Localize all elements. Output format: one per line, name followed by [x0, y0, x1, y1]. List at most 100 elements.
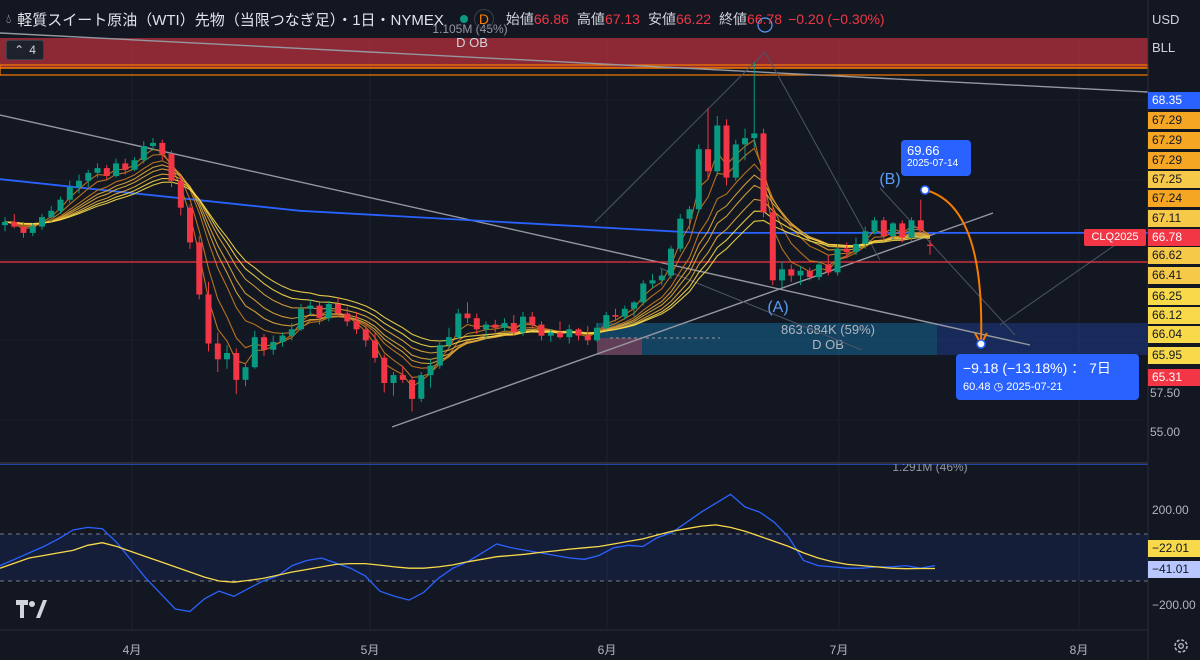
- candle: [464, 302, 471, 323]
- candle: [409, 376, 415, 412]
- time-tick-july: 7月: [829, 643, 849, 657]
- wave-line: [999, 244, 1116, 326]
- symbol-title[interactable]: 軽質スイート原油（WTI）先物（当限つなぎ足）・1日・NYMEX: [17, 9, 444, 30]
- candle: [233, 348, 240, 395]
- open-label: 始値: [505, 11, 534, 27]
- candle-body: [177, 180, 184, 208]
- time-tick-may: 5月: [360, 643, 380, 657]
- candle-body: [288, 329, 295, 336]
- candle-body: [686, 209, 693, 219]
- candle: [732, 139, 739, 181]
- candle-body: [270, 341, 277, 350]
- candle-body: [168, 153, 175, 181]
- candle: [908, 217, 915, 241]
- symbol-tag: CLQ2025: [1084, 229, 1146, 246]
- candle: [187, 204, 193, 249]
- oscillator-band: [0, 534, 1148, 581]
- candle: [584, 326, 591, 346]
- price-label: 66.25: [1148, 288, 1200, 305]
- candle: [695, 144, 702, 213]
- candle: [2, 217, 8, 232]
- sma-200-line: [0, 178, 1148, 234]
- candle: [103, 165, 110, 180]
- candle-body: [760, 133, 767, 213]
- tradingview-logo[interactable]: [14, 598, 48, 620]
- price-label: 67.24: [1148, 190, 1200, 207]
- price-tick: 57.50: [1150, 386, 1181, 400]
- candle: [372, 332, 378, 363]
- candle: [575, 327, 582, 341]
- candle-body: [557, 332, 563, 338]
- unit-label[interactable]: BLL: [1152, 40, 1196, 55]
- candle: [927, 240, 933, 255]
- settings-icon[interactable]: [1172, 637, 1190, 655]
- candle-body: [927, 244, 933, 246]
- indicator-count: 4: [29, 43, 36, 57]
- chart-header: 💧︎ 軽質スイート原油（WTI）先物（当限つなぎ足）・1日・NYMEX D 始値…: [0, 0, 1148, 38]
- candle: [723, 119, 730, 186]
- candle-body: [566, 329, 573, 338]
- time-tick-june: 6月: [597, 643, 617, 657]
- candle-body: [436, 345, 443, 366]
- currency-label[interactable]: USD: [1152, 12, 1196, 27]
- candle: [668, 245, 674, 279]
- candle: [473, 313, 480, 334]
- candle-body: [307, 305, 314, 309]
- oil-drop-icon: 💧︎: [6, 11, 12, 26]
- price-label: 67.29: [1148, 132, 1200, 149]
- bottom-order-block-inner: [597, 323, 937, 355]
- candle-body: [547, 332, 554, 336]
- candle-body: [399, 375, 406, 380]
- candle: [85, 169, 92, 188]
- oscillator-label: −41.01: [1148, 561, 1200, 578]
- candle-body: [113, 163, 119, 176]
- candle-body: [501, 323, 508, 328]
- candle: [251, 330, 258, 369]
- candle: [353, 311, 360, 334]
- candle: [917, 199, 924, 233]
- candle-body: [464, 313, 471, 319]
- candle: [455, 308, 462, 339]
- candle-body: [353, 321, 360, 330]
- candle-body: [140, 146, 147, 161]
- measure-price: 60.48: [963, 381, 991, 393]
- chart-area[interactable]: D OB 1.105M (45%) 863.684K (59%) D OB 1.291M…: [0, 0, 1200, 660]
- candle-body: [723, 125, 730, 178]
- candle-body: [862, 231, 869, 244]
- candle: [11, 214, 18, 229]
- order-block-zones: D OB1.105M (45%)863.684K (59%)D OB1.291M…: [0, 22, 1149, 474]
- candle: [140, 141, 147, 164]
- candle: [816, 261, 822, 281]
- candle-body: [806, 270, 813, 278]
- indicator-toggle[interactable]: ⌃ 4: [6, 40, 44, 60]
- candle-body: [871, 220, 878, 232]
- candle-body: [473, 318, 480, 330]
- candle: [788, 264, 795, 282]
- price-label: 66.62: [1148, 247, 1200, 264]
- price-label: 67.29: [1148, 112, 1200, 129]
- candle: [270, 335, 277, 355]
- candle: [769, 207, 776, 286]
- candle: [705, 108, 711, 180]
- candle: [640, 280, 647, 306]
- ohlc-low: 安値66.22: [648, 9, 715, 29]
- candle-body: [11, 221, 18, 227]
- candle-body: [39, 217, 45, 227]
- candle: [39, 214, 45, 230]
- candle-body: [427, 365, 434, 376]
- candle-body: [621, 308, 628, 317]
- candle-body: [510, 323, 517, 333]
- candle-body: [224, 353, 230, 360]
- candle-body: [446, 337, 452, 346]
- candle-body: [575, 329, 582, 336]
- candlesticks: [2, 62, 933, 412]
- candle: [853, 237, 859, 255]
- candle: [834, 244, 841, 276]
- candle: [381, 354, 388, 393]
- projection-end: [976, 339, 986, 349]
- price-label: 67.11: [1148, 210, 1200, 227]
- candle-body: [668, 248, 674, 276]
- candle-body: [594, 327, 600, 341]
- candle-body: [362, 329, 369, 341]
- timeframe-badge[interactable]: D: [473, 9, 494, 29]
